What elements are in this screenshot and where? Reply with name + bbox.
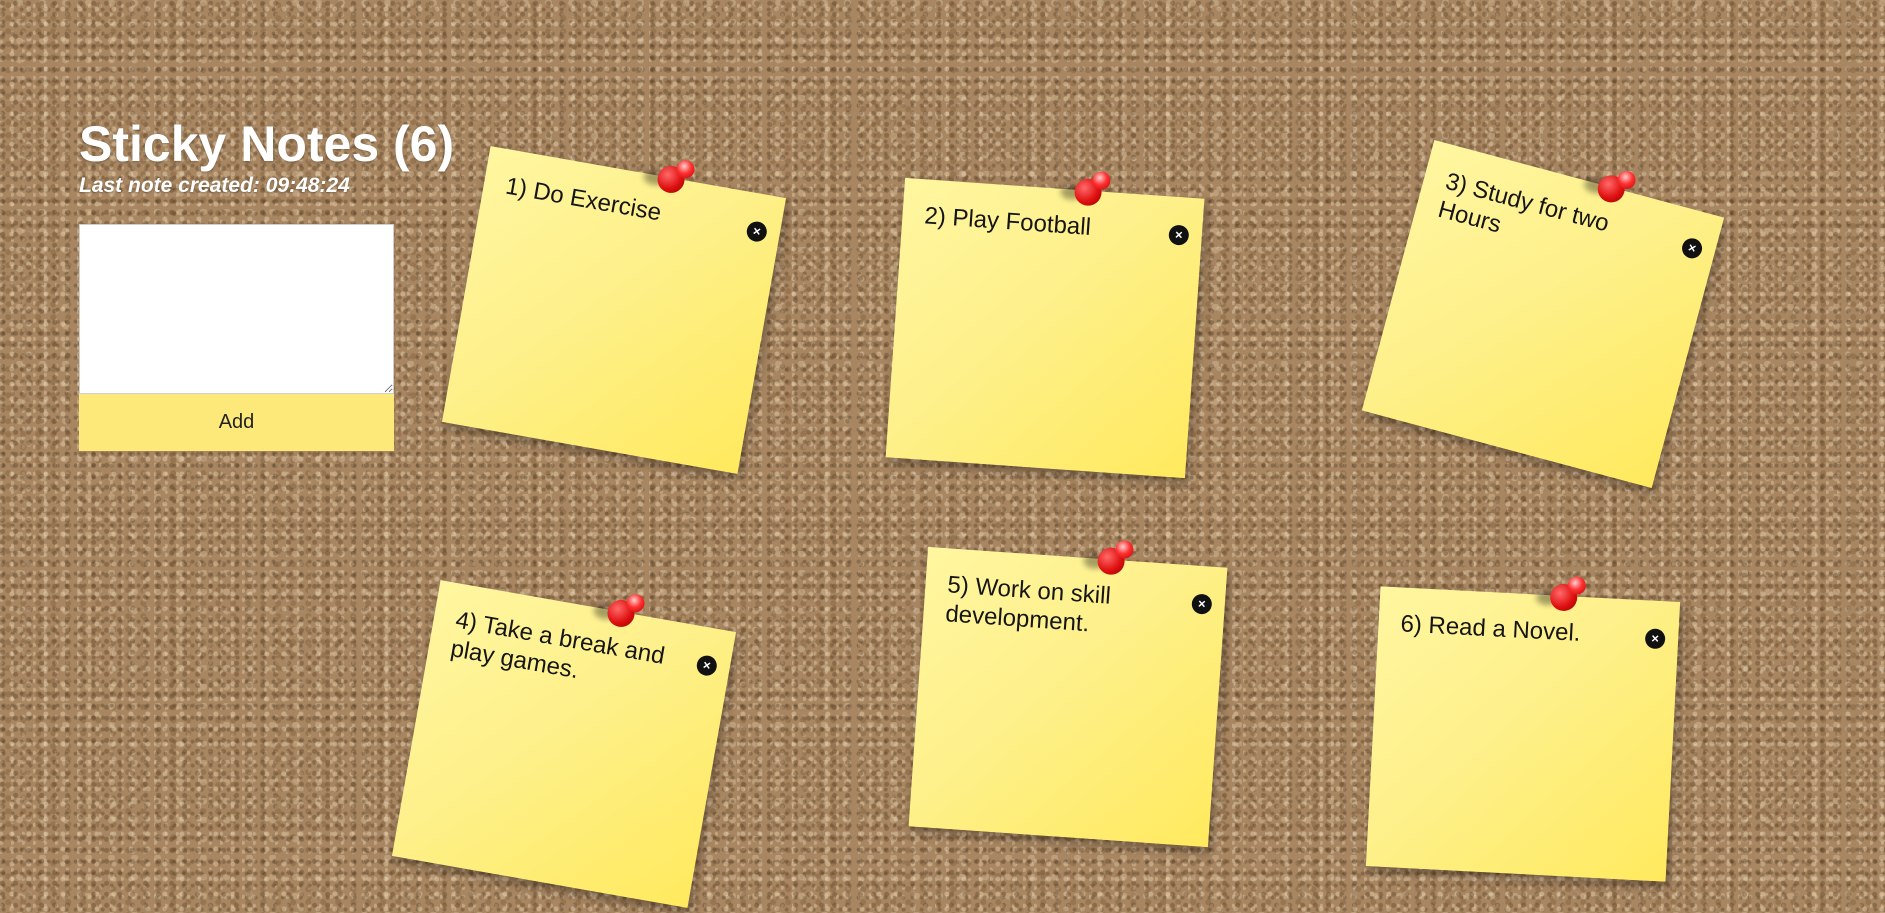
pushpin-icon [1083, 539, 1135, 579]
close-icon[interactable]: × [1168, 224, 1190, 246]
note-text: 3) Study for two Hours [1435, 167, 1612, 239]
sticky-note[interactable]: 3) Study for two Hours × [1361, 139, 1725, 489]
new-note-form: Add [79, 224, 394, 451]
pushpin-icon [642, 158, 696, 199]
pushpin-icon [1060, 170, 1112, 210]
page-title: Sticky Notes (6) [79, 116, 455, 172]
note-text: 2) Play Football [923, 202, 1092, 241]
sticky-note[interactable]: 6) Read a Novel. × [1365, 576, 1681, 882]
add-button[interactable]: Add [79, 394, 394, 451]
pushpin-icon [1535, 576, 1587, 615]
close-icon[interactable]: × [695, 654, 719, 678]
note-text: 6) Read a Novel. [1399, 610, 1582, 647]
note-text: 1) Do Exercise [503, 172, 664, 227]
note-text: 4) Take a break and play games. [448, 606, 667, 685]
control-panel: Sticky Notes (6) Last note created: 09:4… [79, 117, 454, 451]
pushpin-icon [592, 592, 646, 633]
pushpin-icon [1582, 168, 1638, 210]
close-icon[interactable]: × [1644, 628, 1666, 650]
sticky-note[interactable]: 5) Work on skill development. × [908, 539, 1228, 848]
last-created-timestamp: Last note created: 09:48:24 [79, 174, 350, 197]
note-textarea[interactable] [79, 224, 394, 394]
close-icon[interactable]: × [745, 220, 769, 244]
sticky-note[interactable]: 4) Take a break and play games. × [391, 580, 737, 908]
close-icon[interactable]: × [1191, 593, 1213, 615]
sticky-note[interactable]: 1) Do Exercise × [441, 146, 787, 474]
close-icon[interactable]: × [1679, 236, 1705, 261]
sticky-note[interactable]: 2) Play Football × [885, 170, 1205, 479]
note-text: 5) Work on skill development. [944, 571, 1112, 638]
